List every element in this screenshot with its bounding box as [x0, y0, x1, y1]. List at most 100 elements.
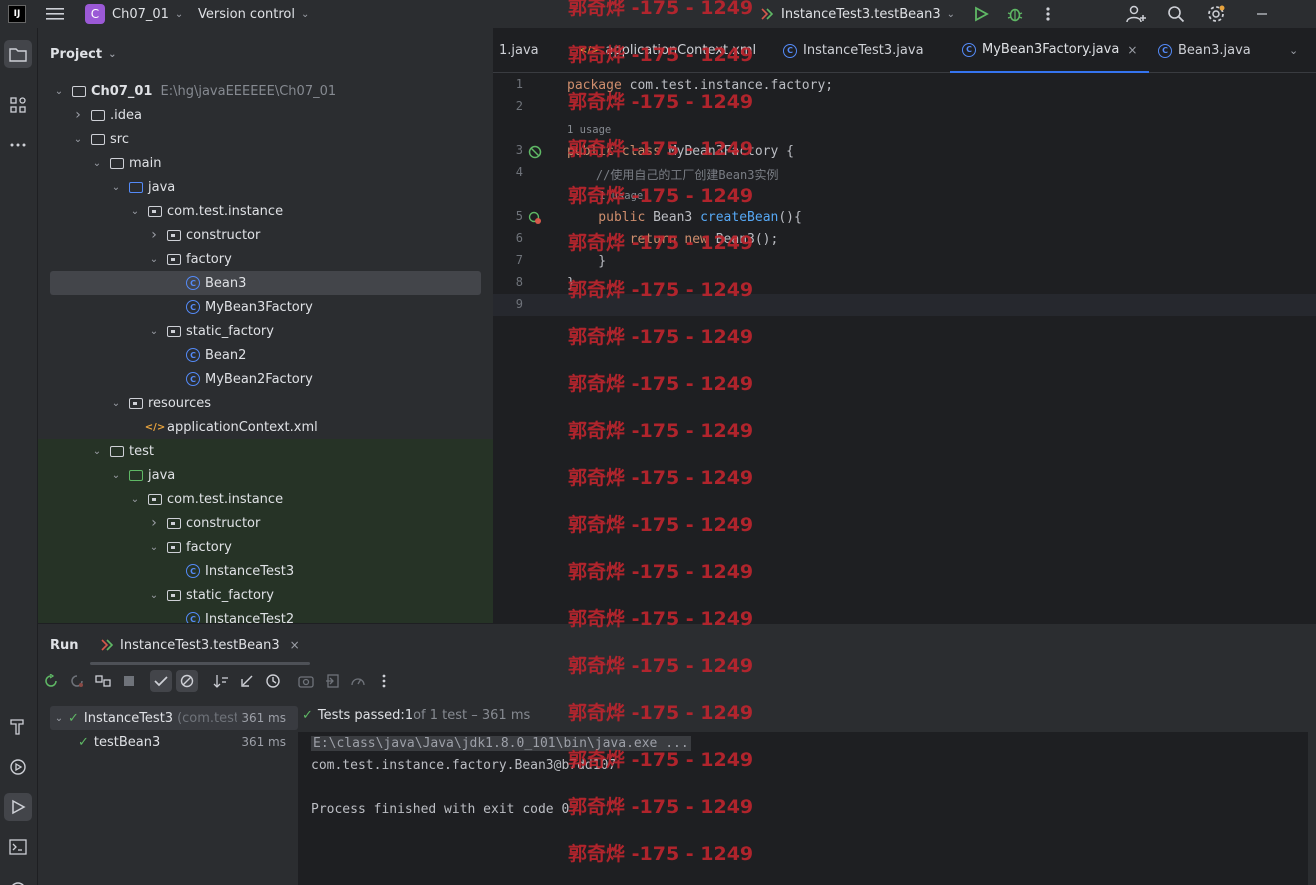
bean-gutter-icon[interactable]	[528, 211, 542, 225]
rerun-failed-icon	[71, 675, 83, 687]
tree-item[interactable]: › .idea	[38, 103, 493, 127]
sort-button[interactable]	[210, 670, 232, 692]
show-passed-toggle[interactable]	[150, 670, 172, 692]
main-menu-button[interactable]	[46, 0, 64, 28]
test-suite-row[interactable]: ⌄ ✓ InstanceTest3 (com.test 361 ms	[50, 706, 298, 730]
app-logo[interactable]: IJ	[8, 0, 26, 28]
chevron-down-icon[interactable]: ⌄	[109, 470, 123, 481]
tree-item[interactable]: ⌄ test	[38, 439, 493, 463]
tree-item[interactable]: C Bean3	[38, 271, 493, 295]
project-selector[interactable]: C Ch07_01 ⌄	[85, 0, 183, 28]
tree-item[interactable]: ⌄ com.test.instance	[38, 487, 493, 511]
structure-tool-button[interactable]	[4, 91, 32, 119]
tree-item[interactable]: ⌄ src	[38, 127, 493, 151]
tree-item[interactable]: C MyBean2Factory	[38, 367, 493, 391]
tab-application-context-xml[interactable]: </> applicationContext.xml	[579, 28, 756, 73]
terminal-tool-button[interactable]	[4, 833, 32, 861]
implemented-gutter-icon[interactable]	[528, 145, 542, 159]
import-tests-button[interactable]	[236, 670, 258, 692]
vcs-selector[interactable]: Version control ⌄	[198, 0, 309, 28]
usage-hint[interactable]: 1 usage	[599, 190, 643, 202]
chevron-down-icon[interactable]: ⌄	[71, 134, 85, 145]
history-button[interactable]	[262, 670, 284, 692]
chevron-down-icon[interactable]: ⌄	[109, 398, 123, 409]
project-panel-header[interactable]: Project ⌄	[38, 28, 493, 80]
show-ignored-toggle[interactable]	[176, 670, 198, 692]
rerun-button[interactable]	[40, 670, 62, 692]
services-tool-button[interactable]	[4, 753, 32, 781]
chevron-down-icon[interactable]: ⌄	[147, 542, 161, 553]
tree-item[interactable]: C Bean2	[38, 343, 493, 367]
chevron-down-icon[interactable]: ⌄	[128, 494, 142, 505]
chevron-right-icon[interactable]: ›	[147, 515, 161, 531]
tree-item[interactable]: C InstanceTest2	[38, 607, 493, 623]
chevron-down-icon[interactable]: ⌄	[90, 158, 104, 169]
test-config-icon	[761, 8, 774, 20]
chevron-down-icon[interactable]: ⌄	[147, 326, 161, 337]
chevron-down-icon[interactable]: ⌄	[109, 182, 123, 193]
settings-button[interactable]	[1206, 0, 1226, 28]
tab-1-java[interactable]: 1.java	[499, 28, 539, 73]
more-options-button[interactable]	[373, 670, 395, 692]
chevron-down-icon[interactable]: ⌄	[52, 86, 66, 97]
class-icon: C	[185, 299, 201, 315]
tree-item[interactable]: ⌄ com.test.instance	[38, 199, 493, 223]
chevron-down-icon: ⌄	[1289, 44, 1299, 57]
chevron-down-icon[interactable]: ⌄	[90, 446, 104, 457]
run-tool-button[interactable]	[4, 793, 32, 821]
more-tools-button[interactable]	[4, 131, 32, 159]
rerun-failed-button[interactable]	[66, 670, 88, 692]
class-icon: C	[185, 563, 201, 579]
tree-item[interactable]: ⌄ resources	[38, 391, 493, 415]
tab-bean3[interactable]: C Bean3.java	[1158, 28, 1251, 73]
test-case-row[interactable]: ✓ testBean3 361 ms	[50, 730, 298, 754]
add-user-button[interactable]	[1126, 0, 1146, 28]
chevron-down-icon: ⌄	[108, 48, 117, 60]
usage-hint[interactable]: 1 usage	[567, 124, 611, 136]
chevron-down-icon[interactable]: ⌄	[147, 590, 161, 601]
tree-item[interactable]: › constructor	[38, 511, 493, 535]
debug-button[interactable]	[1006, 0, 1024, 28]
close-tab-icon[interactable]: ×	[290, 638, 300, 652]
tree-item[interactable]: ⌄ java	[38, 175, 493, 199]
chevron-right-icon[interactable]: ›	[71, 107, 85, 123]
run-config-selector[interactable]: InstanceTest3.testBean3 ⌄	[760, 0, 955, 28]
project-tool-button[interactable]	[4, 40, 32, 68]
tree-item[interactable]: ⌄ static_factory	[38, 583, 493, 607]
more-actions-button[interactable]	[1045, 0, 1051, 28]
tab-my-bean3-factory[interactable]: C MyBean3Factory.java ×	[950, 28, 1150, 73]
chevron-right-icon[interactable]: ›	[147, 227, 161, 243]
run-icon	[975, 6, 989, 22]
chevron-down-icon[interactable]: ⌄	[147, 254, 161, 265]
tree-item[interactable]: ⌄ factory	[38, 535, 493, 559]
stop-button[interactable]	[118, 670, 140, 692]
tree-item[interactable]: ⌄ factory	[38, 247, 493, 271]
rerun-icon	[45, 674, 57, 687]
minimize-button[interactable]	[1256, 0, 1268, 28]
tree-item-label: MyBean2Factory	[205, 371, 313, 387]
problems-tool-button[interactable]	[4, 873, 32, 885]
tree-item[interactable]: ⌄ main	[38, 151, 493, 175]
tab-instance-test3[interactable]: C InstanceTest3.java	[783, 28, 924, 73]
console-output[interactable]: E:\class\java\Java\jdk1.8.0_101\bin\java…	[298, 732, 1308, 885]
tree-item[interactable]: C InstanceTest3	[38, 559, 493, 583]
run-button[interactable]	[973, 0, 989, 28]
build-tool-button[interactable]	[4, 713, 32, 741]
coverage-button[interactable]	[347, 670, 369, 692]
tree-item[interactable]: › constructor	[38, 223, 493, 247]
tree-item[interactable]: </> applicationContext.xml	[38, 415, 493, 439]
toggle-auto-test-button[interactable]	[92, 670, 114, 692]
export-button[interactable]	[321, 670, 343, 692]
close-tab-icon[interactable]: ×	[1127, 43, 1137, 57]
tree-item[interactable]: C MyBean3Factory	[38, 295, 493, 319]
tab-overflow-button[interactable]: ⌄	[1289, 28, 1298, 73]
chevron-down-icon[interactable]: ⌄	[128, 206, 142, 217]
search-button[interactable]	[1167, 0, 1185, 28]
tree-item-label: applicationContext.xml	[167, 419, 318, 435]
tree-item[interactable]: ⌄ Ch07_01 E:\hg\javaEEEEEE\Ch07_01	[38, 79, 493, 103]
package-icon	[147, 203, 163, 219]
screenshot-button[interactable]	[295, 670, 317, 692]
tree-item[interactable]: ⌄ java	[38, 463, 493, 487]
run-session-tab[interactable]: InstanceTest3.testBean3 ×	[100, 624, 300, 666]
tree-item[interactable]: ⌄ static_factory	[38, 319, 493, 343]
